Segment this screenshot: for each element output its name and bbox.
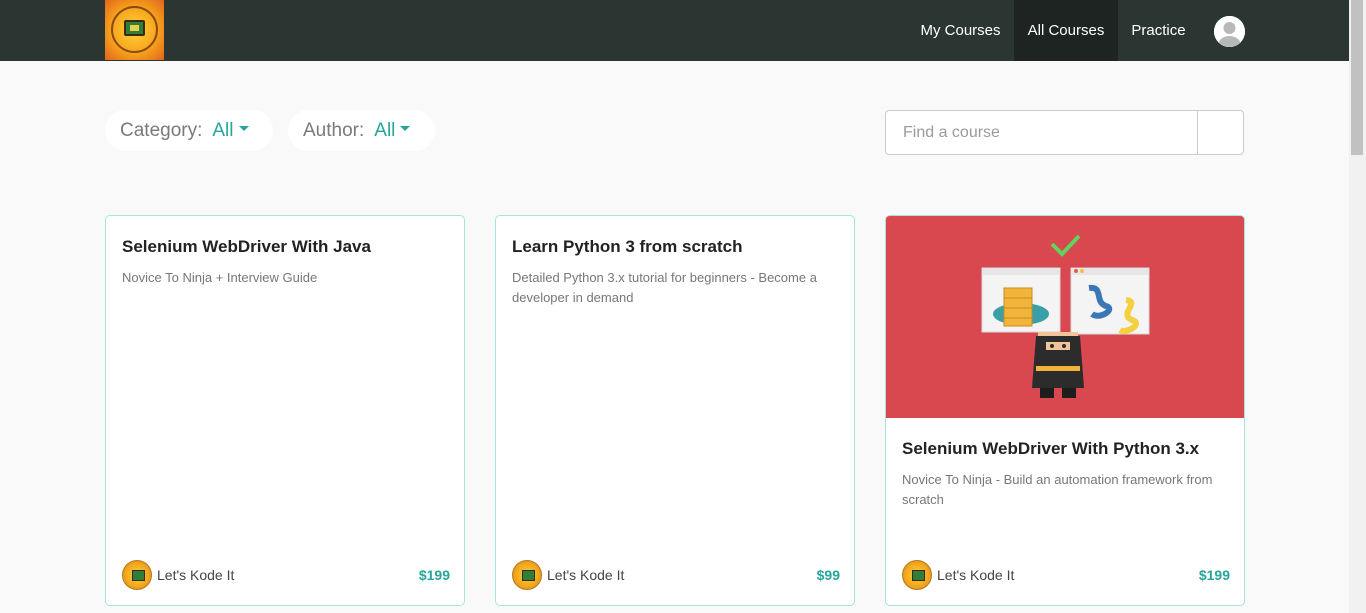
author-filter-label: Author:	[303, 119, 365, 141]
author-filter-value[interactable]: All	[374, 120, 395, 142]
course-card-body: Selenium WebDriver With Java Novice To N…	[122, 236, 448, 288]
course-thumbnail-image[interactable]	[886, 216, 1244, 418]
category-filter[interactable]: Category: All	[105, 110, 273, 151]
course-price: $99	[816, 567, 840, 583]
course-title[interactable]: Selenium WebDriver With Java	[122, 236, 448, 258]
nav-practice[interactable]: Practice	[1118, 0, 1199, 61]
nav-all-courses[interactable]: All Courses	[1014, 0, 1118, 61]
top-navbar: My Courses All Courses Practice	[0, 0, 1366, 61]
course-subtitle: Novice To Ninja + Interview Guide	[122, 270, 318, 285]
chevron-down-icon[interactable]	[400, 126, 411, 131]
page-scrollbar[interactable]	[1349, 0, 1366, 613]
course-card[interactable]: Selenium WebDriver With Java Novice To N…	[105, 215, 465, 606]
category-filter-label: Category:	[120, 119, 203, 141]
chevron-down-icon[interactable]	[238, 126, 249, 131]
course-card-footer: Let's Kode It $199	[902, 560, 1230, 590]
course-card[interactable]: Selenium WebDriver With Python 3.x Novic…	[885, 215, 1245, 606]
course-subtitle: Novice To Ninja - Build an automation fr…	[902, 472, 1213, 507]
course-card-footer: Let's Kode It $99	[512, 560, 840, 590]
user-avatar-icon[interactable]	[1214, 16, 1245, 47]
scrollbar-thumb[interactable]	[1351, 0, 1363, 155]
logo-monitor-icon	[124, 20, 145, 36]
site-logo[interactable]	[105, 0, 164, 60]
course-author: Let's Kode It	[547, 567, 625, 583]
course-price: $199	[1198, 567, 1230, 583]
course-card[interactable]: Learn Python 3 from scratch Detailed Pyt…	[495, 215, 855, 606]
category-filter-value[interactable]: All	[212, 120, 233, 142]
nav-my-courses[interactable]: My Courses	[907, 0, 1014, 61]
course-card-footer: Let's Kode It $199	[122, 560, 450, 590]
course-subtitle: Detailed Python 3.x tutorial for beginne…	[512, 270, 817, 305]
course-title[interactable]: Learn Python 3 from scratch	[512, 236, 838, 258]
author-avatar	[512, 560, 542, 590]
course-card-body: Learn Python 3 from scratch Detailed Pyt…	[512, 236, 838, 308]
search-input[interactable]	[885, 110, 1198, 155]
course-title[interactable]: Selenium WebDriver With Python 3.x	[902, 438, 1228, 460]
course-price: $199	[418, 567, 450, 583]
author-avatar	[122, 560, 152, 590]
course-card-body: Selenium WebDriver With Python 3.x Novic…	[902, 438, 1228, 510]
search-button[interactable]	[1197, 110, 1244, 155]
course-author: Let's Kode It	[157, 567, 235, 583]
author-filter[interactable]: Author: All	[288, 110, 435, 151]
author-avatar	[902, 560, 932, 590]
course-author: Let's Kode It	[937, 567, 1015, 583]
